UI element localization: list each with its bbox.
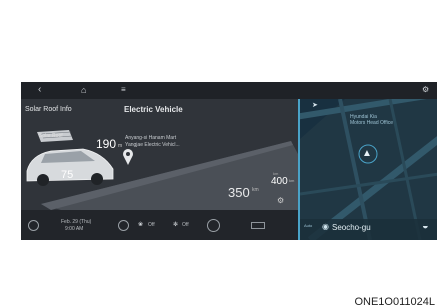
fan-icon[interactable]: ✻ bbox=[173, 221, 178, 228]
chevron-left-icon[interactable]: ‹ bbox=[38, 84, 41, 96]
charger-distance-unit: m bbox=[118, 143, 123, 149]
top-bar: ‹ ⌂ ≡ ⚙ bbox=[21, 82, 437, 99]
battery-icon bbox=[251, 222, 265, 229]
clock-time: 9:00 AM bbox=[65, 226, 84, 232]
fan-status: Off bbox=[182, 222, 189, 228]
charger-name-2: Yangjae Electric Vehicl... bbox=[125, 142, 180, 148]
settings-icon[interactable]: ⚙ bbox=[422, 84, 429, 96]
compass-icon[interactable]: ➤ bbox=[312, 101, 318, 109]
solar-roof-label: Solar Roof bbox=[39, 133, 63, 139]
figure-code: ONE1O011024L bbox=[354, 296, 435, 308]
map-settings-icon[interactable]: ◒ bbox=[422, 220, 429, 232]
battery-percent: 75 bbox=[61, 169, 74, 181]
search-button[interactable] bbox=[207, 219, 220, 232]
map-location-name: Seocho-gu bbox=[332, 223, 371, 232]
ev-illustration bbox=[26, 130, 298, 210]
charger-distance: 190 bbox=[96, 137, 117, 151]
gear-icon[interactable]: ⚙ bbox=[277, 196, 284, 205]
charger-name-1: Anyang-si Hanam Mart bbox=[125, 135, 177, 141]
solar-roof-panel: Solar Roof Info Electric Vehicle Solar R… bbox=[21, 99, 298, 210]
bottom-bar: Feb. 29 (Thu) 9:00 AM ❀ Off ✻ Off bbox=[21, 210, 298, 240]
navigation-map[interactable]: ➤ ▲ Hyundai Kia Motors Head Office Auto … bbox=[298, 99, 437, 240]
charger-pin-icon bbox=[123, 149, 133, 165]
record-button[interactable] bbox=[28, 220, 39, 231]
infotainment-screen: ‹ ⌂ ≡ ⚙ Solar Roof Info Electric Vehicle bbox=[21, 82, 437, 240]
seat-heat-icon[interactable]: ❀ bbox=[138, 221, 143, 228]
range-main-unit: km bbox=[252, 187, 259, 193]
location-pin-icon: ◉ bbox=[322, 222, 329, 231]
timer-icon[interactable] bbox=[118, 220, 129, 231]
poi-label-2: Motors Head Office bbox=[350, 120, 393, 126]
seat-heat-status: Off bbox=[148, 222, 155, 228]
range-small-unit: km bbox=[289, 178, 295, 183]
clock-date: Feb. 29 (Thu) bbox=[61, 219, 92, 225]
map-mode-label[interactable]: Auto bbox=[304, 223, 312, 228]
range-small-value: 400 bbox=[271, 176, 288, 187]
home-icon[interactable]: ⌂ bbox=[81, 84, 86, 96]
range-main-value: 350 bbox=[228, 185, 250, 200]
current-location-icon: ▲ bbox=[362, 148, 372, 159]
menu-icon[interactable]: ≡ bbox=[121, 84, 126, 96]
